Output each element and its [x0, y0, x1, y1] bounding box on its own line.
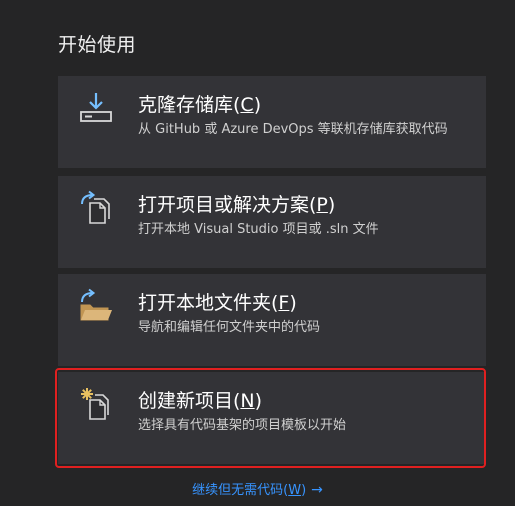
- open-project-icon: [81, 190, 110, 224]
- open-project-description: 打开本地 Visual Studio 项目或 .sln 文件: [138, 222, 379, 237]
- open-folder-button[interactable]: 打开本地文件夹(F) 导航和编辑任何文件夹中的代码: [58, 274, 486, 366]
- clone-repository-button[interactable]: 克隆存储库(C) 从 GitHub 或 Azure DevOps 等联机存储库获…: [58, 76, 486, 168]
- open-folder-icon: [80, 288, 112, 321]
- clone-repository-description: 从 GitHub 或 Azure DevOps 等联机存储库获取代码: [138, 122, 448, 137]
- open-folder-title: 打开本地文件夹(F): [138, 292, 297, 314]
- clone-repository-title: 克隆存储库(C): [138, 94, 262, 116]
- new-project-icon: [81, 388, 109, 420]
- section-title: 开始使用: [58, 34, 137, 56]
- create-new-project-description: 选择具有代码基架的项目模板以开始: [138, 418, 347, 433]
- open-folder-description: 导航和编辑任何文件夹中的代码: [138, 320, 321, 335]
- create-new-project-title: 创建新项目(N): [138, 390, 263, 412]
- arrow-right-icon: →: [311, 482, 323, 498]
- continue-without-code-link[interactable]: 继续但无需代码(W) →: [0, 479, 515, 498]
- clone-download-icon: [80, 93, 112, 122]
- open-project-title: 打开项目或解决方案(P): [138, 194, 336, 216]
- open-project-button[interactable]: 打开项目或解决方案(P) 打开本地 Visual Studio 项目或 .sln…: [58, 176, 486, 268]
- create-new-project-button[interactable]: 创建新项目(N) 选择具有代码基架的项目模板以开始: [58, 372, 486, 464]
- get-started-panel: 开始使用 克隆存储库(C) 从 GitHub 或 Azure DevOps 等联…: [0, 0, 515, 506]
